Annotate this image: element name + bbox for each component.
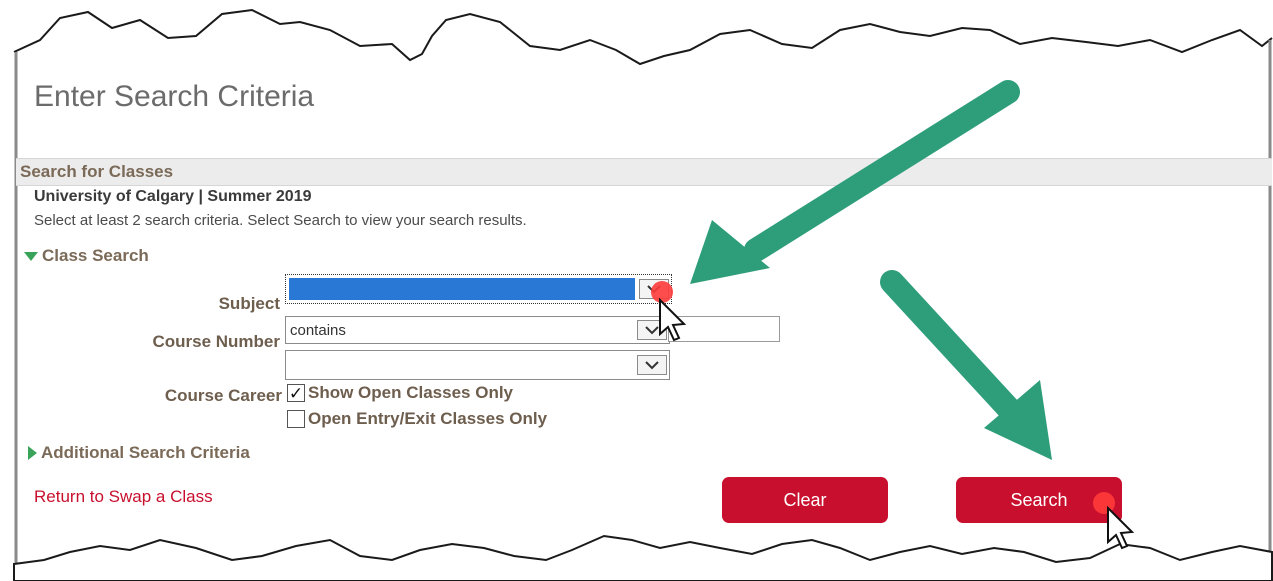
subject-select[interactable] [285,274,672,304]
course-career-select[interactable] [285,350,670,380]
course-number-label: Course Number [152,332,280,351]
course-number-dropdown-button[interactable] [637,320,667,340]
search-button[interactable]: Search [956,477,1122,523]
show-open-classes-checkbox[interactable]: ✓ [287,384,305,402]
show-open-classes-label: Show Open Classes Only [308,383,514,402]
expand-triangle-icon [24,251,38,261]
course-number-operator-value: contains [290,321,346,339]
clear-button[interactable]: Clear [722,477,888,523]
class-search-toggle[interactable]: Class Search [24,246,149,266]
open-entry-exit-option[interactable]: Open Entry/Exit Classes Only [287,409,547,429]
institution-term: University of Calgary | Summer 2019 [34,188,312,205]
course-career-dropdown-button[interactable] [637,355,667,375]
open-entry-exit-checkbox[interactable] [287,410,305,428]
subject-label: Subject [218,294,280,313]
page-title: Enter Search Criteria [34,80,315,113]
chevron-down-icon [645,361,659,370]
course-career-label: Course Career [164,386,282,405]
collapse-triangle-icon [28,446,37,460]
chevron-down-icon [645,326,659,335]
chevron-down-icon [647,285,661,294]
torn-bottom-edge [13,534,1273,581]
show-open-classes-option[interactable]: ✓ Show Open Classes Only [287,383,513,403]
subject-selected-value [289,278,635,300]
return-to-swap-link[interactable]: Return to Swap a Class [34,487,213,507]
additional-search-label: Additional Search Criteria [41,443,250,462]
section-header: Search for Classes [16,158,1272,186]
class-search-label: Class Search [42,246,149,265]
additional-search-toggle[interactable]: Additional Search Criteria [28,443,250,463]
arrow-to-subject-head [690,220,770,284]
arrow-to-search-shaft [880,270,1022,422]
course-number-input[interactable] [668,316,780,342]
subject-dropdown-button[interactable] [639,279,669,299]
arrow-to-search-head [984,380,1052,460]
torn-top-edge [13,8,1273,66]
course-number-operator-select[interactable]: contains [285,316,670,344]
open-entry-exit-label: Open Entry/Exit Classes Only [308,409,548,428]
search-instructions: Select at least 2 search criteria. Selec… [34,212,527,229]
section-header-label: Search for Classes [20,162,174,181]
